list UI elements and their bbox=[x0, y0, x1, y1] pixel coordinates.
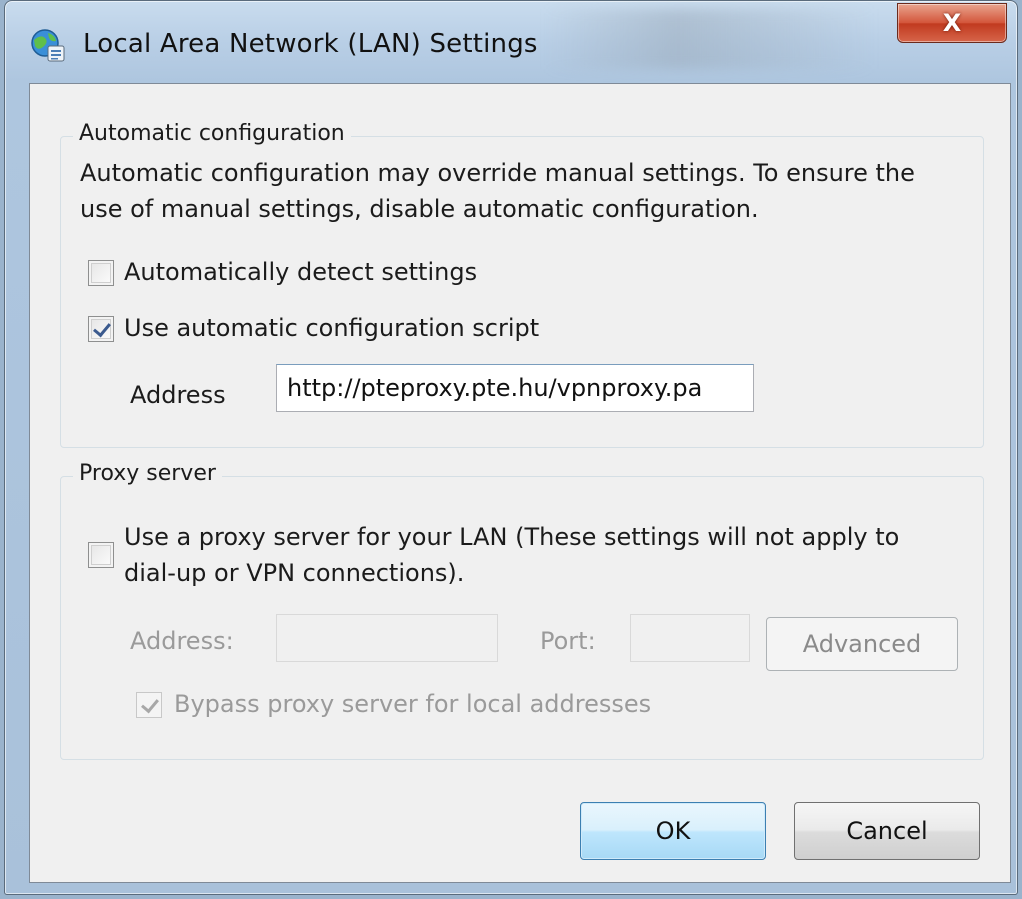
network-settings-icon bbox=[29, 27, 67, 65]
advanced-button[interactable]: Advanced bbox=[766, 617, 958, 671]
proxy-port-label: Port: bbox=[540, 627, 596, 655]
proxy-port-input[interactable] bbox=[630, 614, 750, 662]
use-proxy-checkbox[interactable] bbox=[88, 542, 114, 568]
script-address-label: Address bbox=[130, 381, 226, 409]
close-icon: X bbox=[942, 9, 962, 37]
use-proxy-label-line1[interactable]: Use a proxy server for your LAN (These s… bbox=[124, 520, 899, 554]
titlebar[interactable]: Local Area Network (LAN) Settings X bbox=[5, 1, 1017, 83]
close-button[interactable]: X bbox=[897, 3, 1007, 43]
dialog-body: Automatic configuration Automatic config… bbox=[29, 83, 1011, 883]
ok-button-label: OK bbox=[655, 817, 691, 845]
auto-config-description-line1: Automatic configuration may override man… bbox=[80, 159, 915, 187]
auto-config-description-line2: use of manual settings, disable automati… bbox=[80, 195, 759, 223]
advanced-button-label: Advanced bbox=[802, 630, 922, 658]
automatic-configuration-legend: Automatic configuration bbox=[73, 121, 351, 146]
proxy-server-legend: Proxy server bbox=[73, 461, 222, 486]
bypass-local-checkbox[interactable] bbox=[136, 692, 162, 718]
ok-button[interactable]: OK bbox=[580, 802, 766, 860]
script-address-input[interactable]: http://pteproxy.pte.hu/vpnproxy.pa bbox=[276, 364, 754, 412]
window-title: Local Area Network (LAN) Settings bbox=[83, 29, 538, 59]
auto-detect-checkbox[interactable] bbox=[88, 260, 114, 286]
use-proxy-label-line2[interactable]: dial-up or VPN connections). bbox=[124, 556, 464, 590]
lan-settings-dialog: Local Area Network (LAN) Settings X Auto… bbox=[4, 0, 1018, 895]
use-script-label[interactable]: Use automatic configuration script bbox=[124, 311, 539, 345]
bypass-local-label[interactable]: Bypass proxy server for local addresses bbox=[174, 687, 651, 721]
cancel-button[interactable]: Cancel bbox=[794, 802, 980, 860]
cancel-button-label: Cancel bbox=[846, 817, 928, 845]
script-address-value: http://pteproxy.pte.hu/vpnproxy.pa bbox=[287, 374, 703, 402]
proxy-address-input[interactable] bbox=[276, 614, 498, 662]
auto-detect-label[interactable]: Automatically detect settings bbox=[124, 255, 477, 289]
proxy-address-label: Address: bbox=[130, 627, 234, 655]
use-script-checkbox[interactable] bbox=[88, 316, 114, 342]
